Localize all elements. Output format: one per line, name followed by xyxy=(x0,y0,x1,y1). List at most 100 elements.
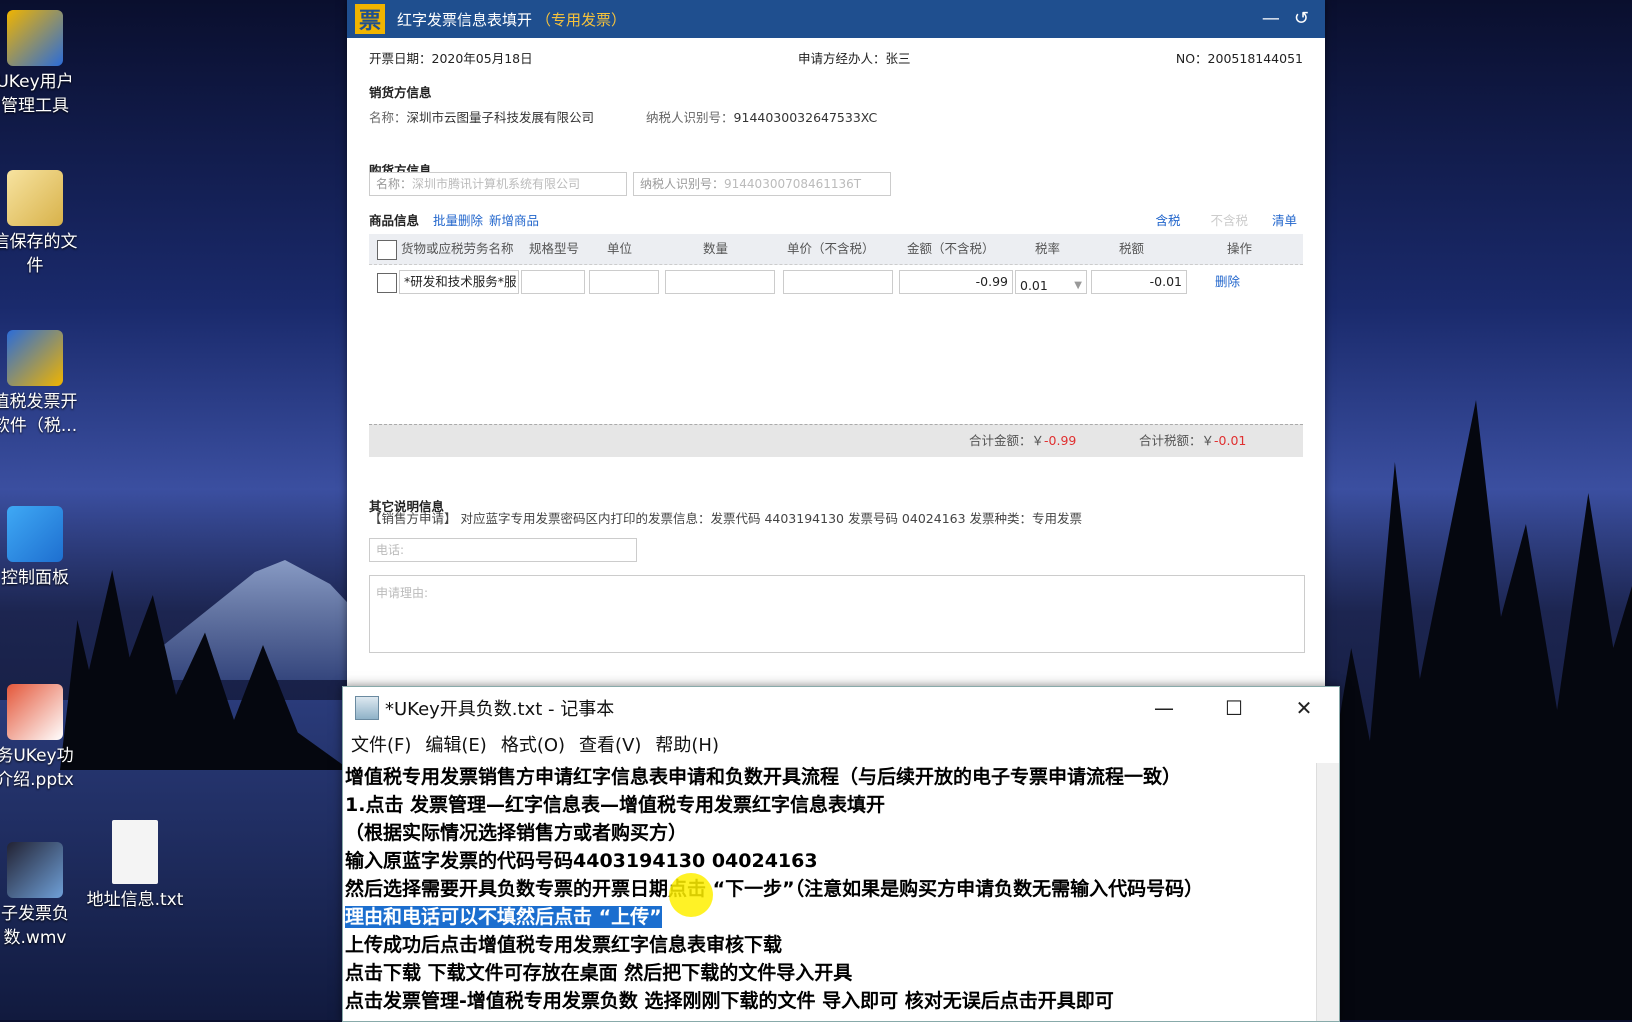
desktop-icon-label: UKey用户 管理工具 xyxy=(0,72,74,116)
col-tax: 税额 xyxy=(1119,241,1145,256)
notepad-window: *UKey开具负数.txt - 记事本 — ☐ ✕ 文件(F) 编辑(E) 格式… xyxy=(342,686,1340,1022)
desktop-icon-wmv[interactable]: 子发票负 数.wmv xyxy=(0,842,90,950)
goods-section-title: 商品信息 xyxy=(369,212,420,228)
notepad-scrollbar[interactable] xyxy=(1316,763,1339,1021)
issue-date: 开票日期：2020年05月18日 xyxy=(369,51,533,66)
text-line-selected: 理由和电话可以不填然后点击 “上传” xyxy=(345,903,1315,931)
row-name-input[interactable]: *研发和技术服务*服 xyxy=(399,270,519,294)
goods-table-header: 货物或应税劳务名称 规格型号 单位 数量 单价（不含税） 金额（不含税） 税率 … xyxy=(369,234,1303,265)
total-tax: 合计税额：￥-0.01 xyxy=(1139,425,1246,457)
col-name: 货物或应税劳务名称 xyxy=(401,241,514,256)
back-button[interactable]: ↺ xyxy=(1294,8,1309,29)
tax-included-toggle[interactable]: 含税 xyxy=(1155,210,1180,229)
row-delete-link[interactable]: 删除 xyxy=(1215,266,1240,298)
reason-textarea[interactable]: 申请理由: xyxy=(369,575,1305,653)
wallpaper-trees-right xyxy=(1320,400,1632,1020)
select-all-checkbox[interactable] xyxy=(377,240,397,260)
col-rate: 税率 xyxy=(1035,241,1061,256)
mouse-cursor-highlight xyxy=(669,873,713,917)
powerpoint-file-icon xyxy=(7,684,63,740)
row-rate-value: 0.01 xyxy=(1020,278,1048,293)
text-line: 点击发票管理-增值税专用发票负数 选择刚刚下载的文件 导入即可 核对无误后点击开… xyxy=(345,990,1114,1012)
batch-delete-link[interactable]: 批量删除 xyxy=(433,210,483,229)
seller-tax-label: 纳税人识别号： xyxy=(646,110,734,125)
buyer-name-label: 名称： xyxy=(376,177,413,191)
notepad-text-area[interactable]: 增值税专用发票销售方申请红字信息表申请和负数开具流程（与后续开放的电子专票申请流… xyxy=(343,763,1315,1021)
text-line: 增值税专用发票销售方申请红字信息表申请和负数开具流程（与后续开放的电子专票申请流… xyxy=(345,766,1182,788)
buyer-name-field[interactable]: 名称：深圳市腾讯计算机系统有限公司 xyxy=(369,172,627,196)
notepad-icon xyxy=(355,696,379,720)
menu-file[interactable]: 文件(F) xyxy=(351,731,411,757)
row-unit-input[interactable] xyxy=(589,270,659,294)
text-line: （根据实际情况选择销售方或者购买方） xyxy=(345,822,688,844)
seller-section-title: 销货方信息 xyxy=(369,85,432,100)
minimize-button[interactable]: — xyxy=(1129,687,1199,729)
close-button[interactable]: ✕ xyxy=(1269,687,1339,729)
tax-excluded-toggle[interactable]: 不含税 xyxy=(1210,210,1248,229)
col-spec: 规格型号 xyxy=(529,241,580,256)
desktop-icon-address-txt[interactable]: 地址信息.txt xyxy=(80,820,190,912)
col-unit: 单位 xyxy=(607,241,633,256)
selected-text: 理由和电话可以不填然后点击 “上传” xyxy=(345,906,662,928)
row-price-input[interactable] xyxy=(783,270,893,294)
add-item-link[interactable]: 新增商品 xyxy=(489,210,539,229)
col-action: 操作 xyxy=(1227,241,1253,256)
desktop-icon-label: 地址信息.txt xyxy=(86,890,184,910)
row-tax-input[interactable]: -0.01 xyxy=(1091,270,1187,294)
row-amount-input[interactable]: -0.99 xyxy=(899,270,1013,294)
seller-tax-id: 9144030032647533XC xyxy=(733,110,878,125)
notepad-titlebar: *UKey开具负数.txt - 记事本 — ☐ ✕ xyxy=(343,687,1339,729)
window-title: 红字发票信息表填开 xyxy=(397,10,533,29)
desktop-icon-vat-invoice-software[interactable]: 值税发票开 软件（税... xyxy=(0,330,90,438)
text-line: 上传成功后点击增值税专用发票红字信息表审核下载 xyxy=(345,934,783,956)
text-file-icon xyxy=(112,820,158,884)
buyer-name-placeholder: 深圳市腾讯计算机系统有限公司 xyxy=(412,177,581,191)
col-amount: 金额（不含税） xyxy=(907,241,995,256)
invoice-number: NO：200518144051 xyxy=(1175,51,1303,66)
menu-view[interactable]: 查看(V) xyxy=(579,731,641,757)
text-line: 然后选择需要开具负数专票的开票日期点击 “下一步”（注意如果是购买方申请负数无需… xyxy=(345,878,1204,900)
seller-application-note: 【销售方申请】 对应蓝字专用发票密码区内打印的发票信息：发票代码 4403194… xyxy=(369,511,1083,526)
col-qty: 数量 xyxy=(703,241,729,256)
red-invoice-window: 票 红字发票信息表填开 （专用发票） — ↺ 开票日期：2020年05月18日 … xyxy=(347,0,1325,686)
desktop-icon-ukey-manager[interactable]: UKey用户 管理工具 xyxy=(0,10,90,118)
row-qty-input[interactable] xyxy=(665,270,775,294)
minimize-button[interactable]: — xyxy=(1262,8,1280,29)
total-amount-value: -0.99 xyxy=(1044,433,1077,448)
total-amount-label: 合计金额：￥ xyxy=(969,433,1045,448)
totals-bar: 合计金额：￥-0.99 合计税额：￥-0.01 xyxy=(369,424,1303,457)
item-list-link[interactable]: 清单 xyxy=(1272,210,1297,229)
phone-input[interactable]: 电话: xyxy=(369,538,637,562)
table-row: *研发和技术服务*服 -0.99 0.01 ▼ -0.01 删除 xyxy=(369,266,1303,298)
notepad-menubar: 文件(F) 编辑(E) 格式(O) 查看(V) 帮助(H) xyxy=(343,729,1339,759)
desktop-icon-pptx[interactable]: 务UKey功 介绍.pptx xyxy=(0,684,90,792)
invoice-app-icon xyxy=(7,330,63,386)
video-file-icon xyxy=(7,842,63,898)
menu-edit[interactable]: 编辑(E) xyxy=(425,731,486,757)
text-line: 1.点击 发票管理—红字信息表—增值税专用发票红字信息表填开 xyxy=(345,794,886,816)
desktop-icon-label: 信保存的文 件 xyxy=(0,232,78,276)
text-line: 输入原蓝字发票的代码号码4403194130 04024163 xyxy=(345,850,818,872)
maximize-button[interactable]: ☐ xyxy=(1199,687,1269,729)
seller-name-label: 名称： xyxy=(369,110,407,125)
menu-help[interactable]: 帮助(H) xyxy=(655,731,719,757)
row-spec-input[interactable] xyxy=(521,270,585,294)
invoice-titlebar: 票 红字发票信息表填开 （专用发票） — ↺ xyxy=(347,0,1325,38)
text-line: 点击下载 下载文件可存放在桌面 然后把下载的文件导入开具 xyxy=(345,962,853,984)
applicant: 申请方经办人：张三 xyxy=(797,51,911,66)
buyer-tax-label: 纳税人识别号： xyxy=(640,177,725,191)
phone-placeholder: 电话: xyxy=(376,543,405,557)
row-rate-select[interactable]: 0.01 ▼ xyxy=(1015,270,1087,294)
desktop-icon-label: 务UKey功 介绍.pptx xyxy=(0,746,74,790)
control-panel-icon xyxy=(7,506,63,562)
desktop-icon-label: 值税发票开 软件（税... xyxy=(0,392,78,436)
row-checkbox[interactable] xyxy=(377,273,397,293)
total-tax-value: -0.01 xyxy=(1214,433,1247,448)
folder-icon xyxy=(7,170,63,226)
desktop-icon-saved-files[interactable]: 信保存的文 件 xyxy=(0,170,90,278)
menu-format[interactable]: 格式(O) xyxy=(501,731,565,757)
chevron-down-icon: ▼ xyxy=(1074,280,1082,291)
buyer-tax-field[interactable]: 纳税人识别号：91440300708461136T xyxy=(633,172,891,196)
desktop-icon-label: 子发票负 数.wmv xyxy=(1,904,69,948)
desktop-icon-control-panel[interactable]: 控制面板 xyxy=(0,506,90,590)
